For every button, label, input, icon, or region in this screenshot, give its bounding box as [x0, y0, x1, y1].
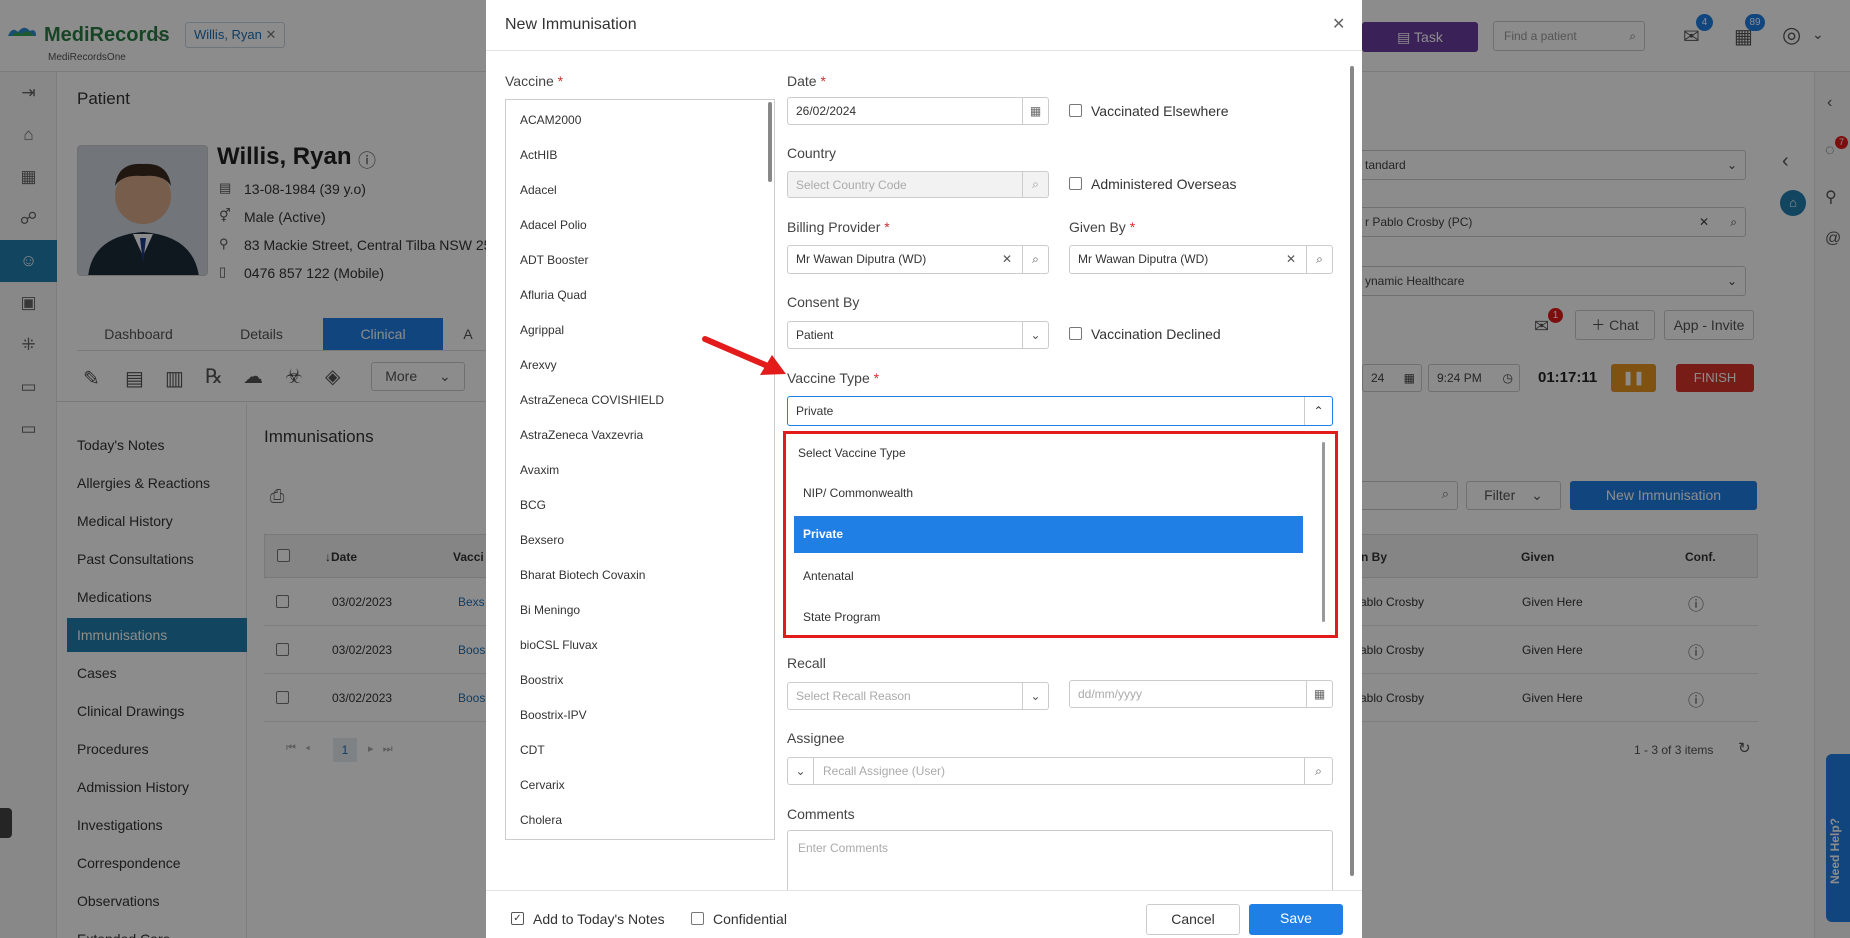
vaccine-list-item[interactable]: Adacel Polio [520, 218, 587, 232]
chevron-up-icon[interactable]: ⌃ [1304, 397, 1332, 425]
vaccine-type-option[interactable]: State Program [803, 610, 880, 624]
recall-date-input[interactable]: dd/mm/yyyy ▦ [1069, 680, 1333, 708]
vaccine-list-item[interactable]: Bi Meningo [520, 603, 580, 617]
recall-date-placeholder: dd/mm/yyyy [1078, 687, 1143, 701]
vaccine-type-option[interactable]: NIP/ Commonwealth [803, 486, 913, 500]
country-label: Country [787, 145, 837, 161]
administered-overseas-checkbox[interactable] [1069, 177, 1082, 190]
modal-title: New Immunisation [505, 16, 637, 33]
cancel-button[interactable]: Cancel [1146, 904, 1240, 935]
vaccination-declined-label: Vaccination Declined [1091, 326, 1221, 342]
search-icon[interactable]: ⌕ [1022, 246, 1048, 273]
vaccine-list-item[interactable]: Boostrix [520, 673, 563, 687]
billing-provider-input[interactable]: Mr Wawan Diputra (WD) ✕ ⌕ [787, 245, 1049, 274]
search-icon[interactable]: ⌕ [1022, 172, 1048, 197]
consent-by-label: Consent By [787, 294, 860, 310]
vaccine-list-item[interactable]: Avaxim [520, 463, 559, 477]
vaccine-list-item[interactable]: ActHIB [520, 148, 557, 162]
comments-placeholder: Enter Comments [798, 841, 889, 855]
consent-by-select[interactable]: Patient ⌄ [787, 321, 1049, 349]
vaccine-label: Vaccine * [505, 73, 564, 89]
calendar-icon[interactable]: ▦ [1306, 681, 1332, 707]
vaccine-list-item[interactable]: BCG [520, 498, 546, 512]
vaccine-type-label: Vaccine Type * [787, 370, 880, 386]
chevron-down-icon[interactable]: ⌄ [1022, 683, 1048, 709]
calendar-icon[interactable]: ▦ [1022, 98, 1048, 124]
vaccination-declined-checkbox[interactable] [1069, 327, 1082, 340]
recall-reason-placeholder: Select Recall Reason [796, 689, 911, 703]
add-to-notes-label: Add to Today's Notes [533, 911, 665, 927]
date-label: Date * [787, 73, 826, 89]
vaccinated-elsewhere-checkbox[interactable] [1069, 104, 1082, 117]
new-immunisation-modal: New Immunisation ✕ Vaccine * ACAM2000 Act… [486, 0, 1362, 938]
given-by-label: Given By * [1069, 219, 1136, 235]
clear-icon[interactable]: ✕ [1002, 246, 1012, 273]
consent-by-value: Patient [796, 328, 834, 342]
vaccine-type-value: Private [796, 404, 834, 418]
billing-provider-label: Billing Provider * [787, 219, 890, 235]
vaccine-list-item[interactable]: Adacel [520, 183, 557, 197]
country-placeholder: Select Country Code [796, 178, 907, 192]
vaccine-list-item[interactable]: CDT [520, 743, 545, 757]
vaccine-list-item[interactable]: ADT Booster [520, 253, 588, 267]
dropdown-scrollbar[interactable] [1322, 442, 1325, 622]
chevron-down-icon[interactable]: ⌄ [788, 758, 814, 784]
modal-footer: ✓ Add to Today's Notes Confidential Canc… [486, 891, 1362, 938]
search-icon[interactable]: ⌕ [1304, 758, 1332, 784]
add-to-notes-checkbox[interactable]: ✓ [511, 912, 524, 925]
chevron-down-icon[interactable]: ⌄ [1022, 322, 1048, 348]
vaccine-type-option[interactable]: Select Vaccine Type [798, 446, 906, 460]
search-icon[interactable]: ⌕ [1306, 246, 1332, 273]
vaccinated-elsewhere-label: Vaccinated Elsewhere [1091, 103, 1229, 119]
vaccine-list-item[interactable]: Arexvy [520, 358, 557, 372]
assignee-placeholder: Recall Assignee (User) [823, 764, 946, 778]
annotation-arrow-icon [702, 335, 792, 380]
vaccine-list-item[interactable]: AstraZeneca COVISHIELD [520, 393, 664, 407]
vaccine-list-item[interactable]: Cholera [520, 813, 562, 827]
date-input[interactable]: 26/02/2024 ▦ [787, 97, 1049, 125]
comments-textarea[interactable]: Enter Comments [787, 830, 1333, 892]
close-icon[interactable]: ✕ [1332, 14, 1345, 34]
vaccine-list-scrollbar[interactable] [768, 102, 772, 182]
recall-label: Recall [787, 655, 826, 671]
comments-label: Comments [787, 806, 855, 822]
given-by-value: Mr Wawan Diputra (WD) [1078, 252, 1209, 266]
date-value: 26/02/2024 [796, 104, 857, 118]
vaccine-list-item[interactable]: Afluria Quad [520, 288, 587, 302]
vaccine-type-select[interactable]: Private ⌃ [787, 396, 1333, 426]
given-by-input[interactable]: Mr Wawan Diputra (WD) ✕ ⌕ [1069, 245, 1333, 274]
vaccine-list-item[interactable]: ACAM2000 [520, 113, 581, 127]
administered-overseas-label: Administered Overseas [1091, 176, 1237, 192]
assignee-input[interactable]: ⌄ Recall Assignee (User) ⌕ [787, 757, 1333, 785]
vaccine-type-option[interactable]: Antenatal [803, 569, 854, 583]
confidential-label: Confidential [713, 911, 787, 927]
recall-reason-select[interactable]: Select Recall Reason ⌄ [787, 682, 1049, 710]
vaccine-list-item[interactable]: AstraZeneca Vaxzevria [520, 428, 643, 442]
modal-scrollbar[interactable] [1350, 66, 1354, 876]
vaccine-list-item[interactable]: Boostrix-IPV [520, 708, 587, 722]
vaccine-list-item[interactable]: Cervarix [520, 778, 565, 792]
vaccine-list-item[interactable]: Bharat Biotech Covaxin [520, 568, 645, 582]
vaccine-list-item[interactable]: bioCSL Fluvax [520, 638, 598, 652]
divider [486, 50, 1362, 51]
billing-provider-value: Mr Wawan Diputra (WD) [796, 252, 927, 266]
vaccine-list[interactable]: ACAM2000 ActHIB Adacel Adacel Polio ADT Boos… [505, 99, 775, 840]
vaccine-list-item[interactable]: Bexsero [520, 533, 564, 547]
save-button[interactable]: Save [1249, 904, 1343, 935]
clear-icon[interactable]: ✕ [1286, 246, 1296, 273]
vaccine-list-item[interactable]: Agrippal [520, 323, 564, 337]
country-input[interactable]: Select Country Code ⌕ [787, 171, 1049, 198]
assignee-label: Assignee [787, 730, 845, 746]
vaccine-type-option-selected[interactable]: Private [794, 516, 1303, 553]
vaccine-type-dropdown: Select Vaccine Type NIP/ Commonwealth Pr… [783, 431, 1338, 638]
confidential-checkbox[interactable] [691, 912, 704, 925]
